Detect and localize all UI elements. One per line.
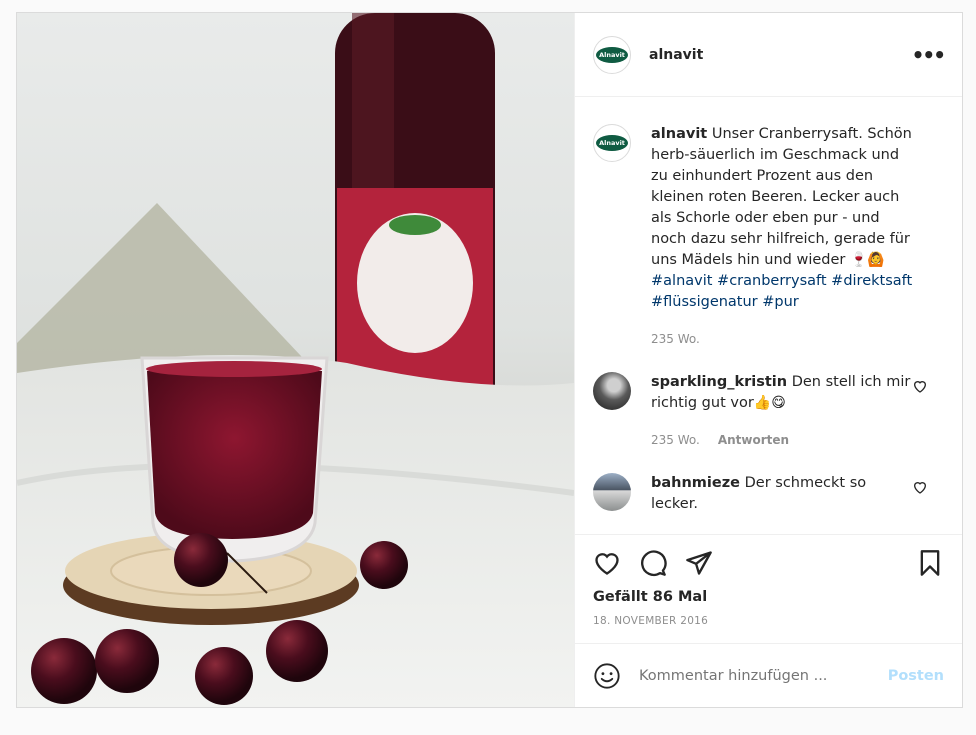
- caption-username[interactable]: alnavit: [651, 126, 707, 142]
- caption-avatar[interactable]: Alnavit: [593, 124, 631, 162]
- bookmark-icon[interactable]: [916, 549, 944, 577]
- post-comment-button[interactable]: Posten: [888, 668, 944, 684]
- instagram-post: Alnavit alnavit ••• Alnavit alnavit Unse…: [16, 12, 963, 708]
- caption-emoji: 🍷🙆: [849, 252, 885, 268]
- comment-body: sparkling_kristin Den stell ich mir rich…: [651, 372, 913, 451]
- post-side-panel: Alnavit alnavit ••• Alnavit alnavit Unse…: [574, 13, 962, 707]
- reply-button[interactable]: Antworten: [718, 430, 789, 451]
- comment-bubble-icon[interactable]: [639, 549, 667, 577]
- hashtag[interactable]: #direktsaft: [831, 273, 912, 289]
- caption-body: alnavit Unser Cranberrysaft. Schön herb-…: [651, 124, 913, 350]
- comments-section: Alnavit alnavit Unser Cranberrysaft. Sch…: [575, 98, 962, 534]
- more-dots-icon[interactable]: •••: [912, 45, 946, 65]
- comment-meta: 235 Wo. Antworten: [651, 430, 913, 451]
- post-header: Alnavit alnavit •••: [575, 13, 962, 97]
- add-comment-bar: Posten: [575, 643, 962, 707]
- commenter-avatar[interactable]: [593, 372, 631, 410]
- comment-like-heart-icon[interactable]: [912, 479, 928, 495]
- alnavit-logo: Alnavit: [596, 135, 628, 151]
- hashtag[interactable]: #alnavit: [651, 273, 712, 289]
- caption-meta: 235 Wo.: [651, 329, 913, 350]
- comment-username[interactable]: bahnmieze: [651, 475, 740, 491]
- comment-input[interactable]: [639, 667, 888, 684]
- post-actions: Gefällt 86 Mal 18. NOVEMBER 2016: [575, 534, 962, 643]
- hashtag[interactable]: #flüssigenatur: [651, 294, 758, 310]
- comment-time[interactable]: 235 Wo.: [651, 430, 700, 451]
- commenter-avatar[interactable]: [593, 473, 631, 511]
- comment-emoji: 👍😋: [753, 395, 786, 411]
- likes-count[interactable]: Gefällt 86 Mal: [593, 589, 944, 605]
- post-photo[interactable]: [17, 13, 574, 707]
- share-paper-plane-icon[interactable]: [685, 549, 713, 577]
- caption-time[interactable]: 235 Wo.: [651, 329, 700, 350]
- profile-avatar[interactable]: Alnavit: [593, 35, 631, 74]
- post-date[interactable]: 18. NOVEMBER 2016: [593, 615, 944, 627]
- like-heart-icon[interactable]: [593, 549, 621, 577]
- alnavit-logo: Alnavit: [596, 46, 628, 63]
- emoji-smiley-icon[interactable]: [593, 662, 621, 690]
- comment-item: sparkling_kristin Den stell ich mir rich…: [593, 372, 944, 451]
- cranberry-juice-photo: [17, 13, 574, 707]
- comment-username[interactable]: sparkling_kristin: [651, 374, 787, 390]
- comment-item: bahnmieze Der schmeckt so lecker.: [593, 473, 944, 515]
- caption: Alnavit alnavit Unser Cranberrysaft. Sch…: [593, 124, 944, 350]
- comment-body: bahnmieze Der schmeckt so lecker.: [651, 473, 913, 515]
- header-username[interactable]: alnavit: [649, 47, 703, 63]
- caption-text: Unser Cranberrysaft. Schön herb-säuerlic…: [651, 126, 912, 268]
- hashtag[interactable]: #cranberrysaft: [717, 273, 827, 289]
- action-icons: [593, 535, 944, 591]
- hashtag[interactable]: #pur: [762, 294, 799, 310]
- comment-like-heart-icon[interactable]: [912, 378, 928, 394]
